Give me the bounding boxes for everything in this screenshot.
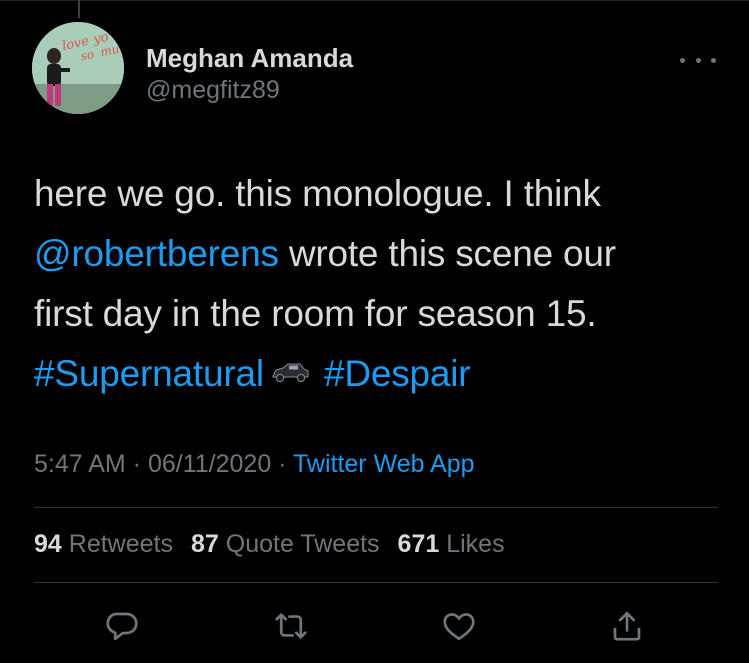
like-icon[interactable] <box>437 604 481 648</box>
car-emoji-icon <box>270 342 310 402</box>
hashtag-link[interactable]: #Supernatural <box>34 353 264 394</box>
meta-separator: · <box>125 450 148 478</box>
hashtag-link[interactable]: #Despair <box>324 353 471 394</box>
tweet-time[interactable]: 5:47 AM <box>34 450 126 478</box>
divider <box>34 582 718 583</box>
retweets-label: Retweets <box>68 530 173 558</box>
svg-text:so: so <box>79 47 95 63</box>
meta-separator: · <box>271 450 293 478</box>
share-icon[interactable] <box>605 604 649 648</box>
tweet-text-line: @robertberens wrote this scene our <box>34 224 724 284</box>
retweet-icon[interactable] <box>269 604 313 648</box>
top-divider <box>0 0 749 1</box>
author-handle[interactable]: @megfitz89 <box>146 74 353 106</box>
quote-tweets-stat[interactable]: 87 Quote Tweets <box>191 530 380 558</box>
quote-tweets-label: Quote Tweets <box>225 530 380 558</box>
tweet-stats: 94 Retweets 87 Quote Tweets 671 Likes <box>34 530 523 559</box>
mention-link[interactable]: @robertberens <box>34 233 279 274</box>
more-dot <box>680 57 685 63</box>
quote-tweets-count: 87 <box>190 530 219 558</box>
tweet-text-line: #Supernatural #Despair <box>34 344 724 406</box>
reply-icon[interactable] <box>100 604 144 648</box>
tweet-date[interactable]: 06/11/2020 <box>148 450 271 478</box>
retweets-count: 94 <box>34 530 62 558</box>
thread-line <box>78 0 80 18</box>
author-display-name[interactable]: Meghan Amanda <box>146 42 353 74</box>
likes-stat[interactable]: 671 Likes <box>398 530 505 558</box>
more-dot <box>695 57 701 63</box>
divider <box>34 507 718 508</box>
tweet-source-link[interactable]: Twitter Web App <box>293 450 475 478</box>
avatar[interactable]: love yo so mu <box>32 22 124 114</box>
more-dot <box>711 57 716 63</box>
tweet-text-line: here we go. this monologue. I think <box>34 164 724 224</box>
action-bar <box>0 604 749 648</box>
likes-label: Likes <box>446 530 505 558</box>
tweet-text-segment: here we go. this monologue. I think <box>34 173 601 214</box>
tweet-author[interactable]: Meghan Amanda @megfitz89 <box>146 42 353 106</box>
likes-count: 671 <box>397 530 440 558</box>
tweet-text-segment: first day in the room for season 15. <box>34 293 597 334</box>
avatar-photo: love yo so mu <box>32 22 124 114</box>
tweet-text: here we go. this monologue. I think @rob… <box>34 164 724 406</box>
tweet-meta: 5:47 AM · 06/11/2020 · Twitter Web App <box>34 450 475 479</box>
tweet-text-line: first day in the room for season 15. <box>34 284 724 344</box>
tweet-text-segment: wrote this scene our <box>278 233 616 274</box>
more-options-icon[interactable] <box>680 52 716 68</box>
retweets-stat[interactable]: 94 Retweets <box>34 530 173 558</box>
